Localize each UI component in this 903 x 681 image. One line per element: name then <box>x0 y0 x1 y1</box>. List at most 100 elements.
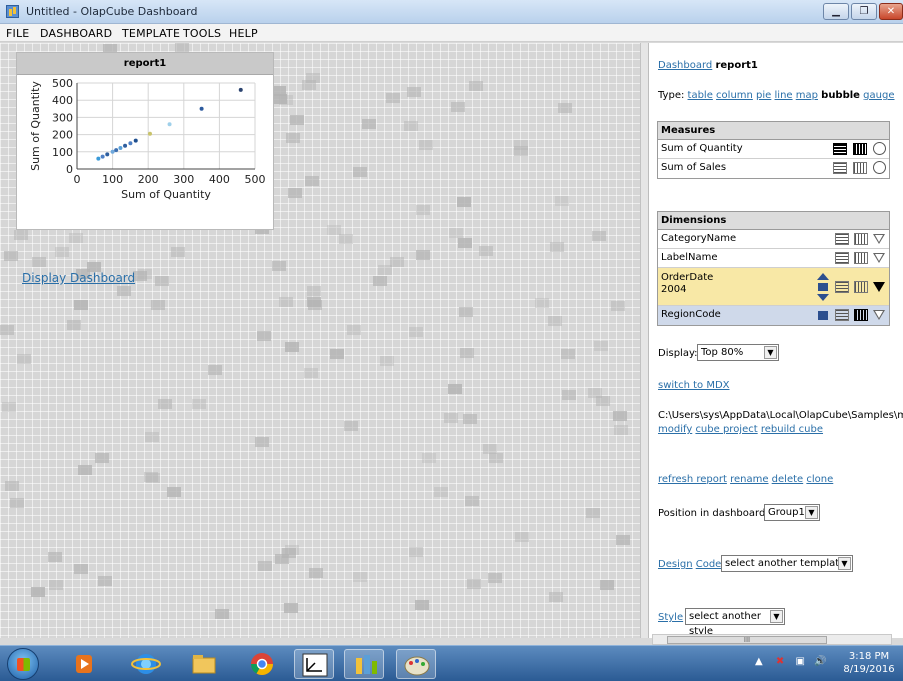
report-widget[interactable]: report1 0 100 200 300 400 500 0 100 200 300 400 500… <box>16 52 274 230</box>
refresh-report-link[interactable]: refresh report <box>658 474 727 485</box>
network-icon[interactable]: ✖ <box>776 656 784 667</box>
scrollbar-thumb[interactable]: III <box>667 636 827 644</box>
background-tile <box>305 176 319 186</box>
background-tile <box>74 300 88 310</box>
filter-icon[interactable] <box>873 253 885 263</box>
background-tile <box>67 320 81 330</box>
filter-icon[interactable] <box>873 310 885 320</box>
list-view-icon[interactable] <box>835 281 849 293</box>
background-tile <box>208 365 222 375</box>
chrome-icon[interactable] <box>242 649 282 679</box>
menu-dashboard[interactable]: DASHBOARD <box>40 27 112 40</box>
bars-view-icon[interactable] <box>853 162 867 174</box>
bars-view-icon[interactable] <box>854 252 868 264</box>
data-point <box>238 87 243 92</box>
list-view-icon[interactable] <box>835 233 849 245</box>
background-tile <box>353 572 367 582</box>
background-tile <box>561 349 575 359</box>
type-table-link[interactable]: table <box>688 90 713 101</box>
type-gauge-link[interactable]: gauge <box>863 90 894 101</box>
volume-icon[interactable]: 🔊 <box>814 656 826 667</box>
display-dashboard-link[interactable]: Display Dashboard <box>22 271 135 285</box>
position-select[interactable]: Group1 ▼ <box>764 504 820 521</box>
olapcube-icon[interactable] <box>344 649 384 679</box>
display-select[interactable]: Top 80% ▼ <box>697 344 779 361</box>
background-tile <box>339 234 353 244</box>
dimension-row[interactable]: CategoryName <box>658 230 889 249</box>
reorder-arrows-icon[interactable] <box>816 272 830 302</box>
data-point <box>133 138 138 143</box>
dashboard-link[interactable]: Dashboard <box>658 60 712 71</box>
dimension-row[interactable]: LabelName <box>658 249 889 268</box>
background-tile <box>434 487 448 497</box>
filter-active-icon[interactable] <box>873 282 885 292</box>
dimension-label: RegionCode <box>661 309 721 320</box>
type-pie-link[interactable]: pie <box>756 90 771 101</box>
modify-link[interactable]: modify <box>658 424 692 435</box>
type-column-link[interactable]: column <box>716 90 753 101</box>
bars-view-icon[interactable] <box>854 309 868 321</box>
switch-to-mdx-link[interactable]: switch to MDX <box>658 380 730 391</box>
bars-view-icon[interactable] <box>853 143 867 155</box>
circle-view-icon[interactable] <box>873 142 886 155</box>
menu-help[interactable]: HELP <box>229 27 258 40</box>
template-select[interactable]: select another template ▼ <box>721 555 853 572</box>
background-tile <box>488 573 502 583</box>
measure-row[interactable]: Sum of Quantity <box>658 140 889 159</box>
background-tile <box>416 250 430 260</box>
delete-link[interactable]: delete <box>772 474 804 485</box>
internet-explorer-icon[interactable] <box>126 649 166 679</box>
background-tile <box>144 472 158 482</box>
background-tile <box>479 246 493 256</box>
file-explorer-icon[interactable] <box>184 649 224 679</box>
style-link[interactable]: Style <box>658 612 683 623</box>
paint-icon[interactable] <box>396 649 436 679</box>
media-player-icon[interactable] <box>64 649 104 679</box>
background-tile <box>422 453 436 463</box>
list-view-icon[interactable] <box>833 162 847 174</box>
list-view-icon[interactable] <box>835 252 849 264</box>
bars-view-icon[interactable] <box>854 281 868 293</box>
clone-link[interactable]: clone <box>806 474 833 485</box>
filter-icon[interactable] <box>873 234 885 244</box>
dimension-row[interactable]: RegionCode <box>658 306 889 325</box>
selected-square-icon[interactable] <box>818 311 828 320</box>
y-tick-label: 200 <box>52 129 73 142</box>
style-select[interactable]: select another style ▼ <box>685 608 785 637</box>
canvas-scrollbar[interactable] <box>640 43 648 638</box>
chevron-down-icon: ▼ <box>838 557 851 570</box>
menu-template[interactable]: TEMPLATE <box>122 27 180 40</box>
design-link[interactable]: Design <box>658 559 693 570</box>
tray-expand-icon[interactable]: ▲ <box>755 656 763 667</box>
clock[interactable]: 3:18 PM 8/19/2016 <box>838 650 900 676</box>
minimize-button[interactable]: ▁ <box>823 3 849 20</box>
rename-link[interactable]: rename <box>730 474 768 485</box>
background-tile <box>588 388 602 398</box>
cube-project-link[interactable]: cube project <box>695 424 757 435</box>
menu-file[interactable]: FILE <box>6 27 29 40</box>
axes-app-icon[interactable] <box>294 649 334 679</box>
background-tile <box>304 368 318 378</box>
menu-tools[interactable]: TOOLS <box>183 27 221 40</box>
x-axis-label: Sum of Quantity <box>121 188 211 201</box>
panel-horizontal-scrollbar[interactable]: III <box>652 634 892 645</box>
start-button[interactable] <box>7 648 39 680</box>
dimension-row-selected[interactable]: OrderDate 2004 <box>658 268 889 306</box>
code-link[interactable]: Code <box>696 559 722 570</box>
measure-row[interactable]: Sum of Sales <box>658 159 889 178</box>
list-view-icon[interactable] <box>835 309 849 321</box>
background-tile <box>353 167 367 177</box>
x-tick-label: 200 <box>138 173 159 186</box>
rebuild-cube-link[interactable]: rebuild cube <box>761 424 823 435</box>
close-button[interactable]: ✕ <box>879 3 903 20</box>
background-tile <box>407 87 421 97</box>
type-map-link[interactable]: map <box>796 90 818 101</box>
background-tile <box>10 498 24 508</box>
bars-view-icon[interactable] <box>854 233 868 245</box>
monitor-icon[interactable]: ▣ <box>795 656 804 667</box>
circle-view-icon[interactable] <box>873 161 886 174</box>
maximize-button[interactable]: ❐ <box>851 3 877 20</box>
position-label: Position in dashboard: <box>658 508 769 519</box>
list-view-icon[interactable] <box>833 143 847 155</box>
type-line-link[interactable]: line <box>775 90 793 101</box>
